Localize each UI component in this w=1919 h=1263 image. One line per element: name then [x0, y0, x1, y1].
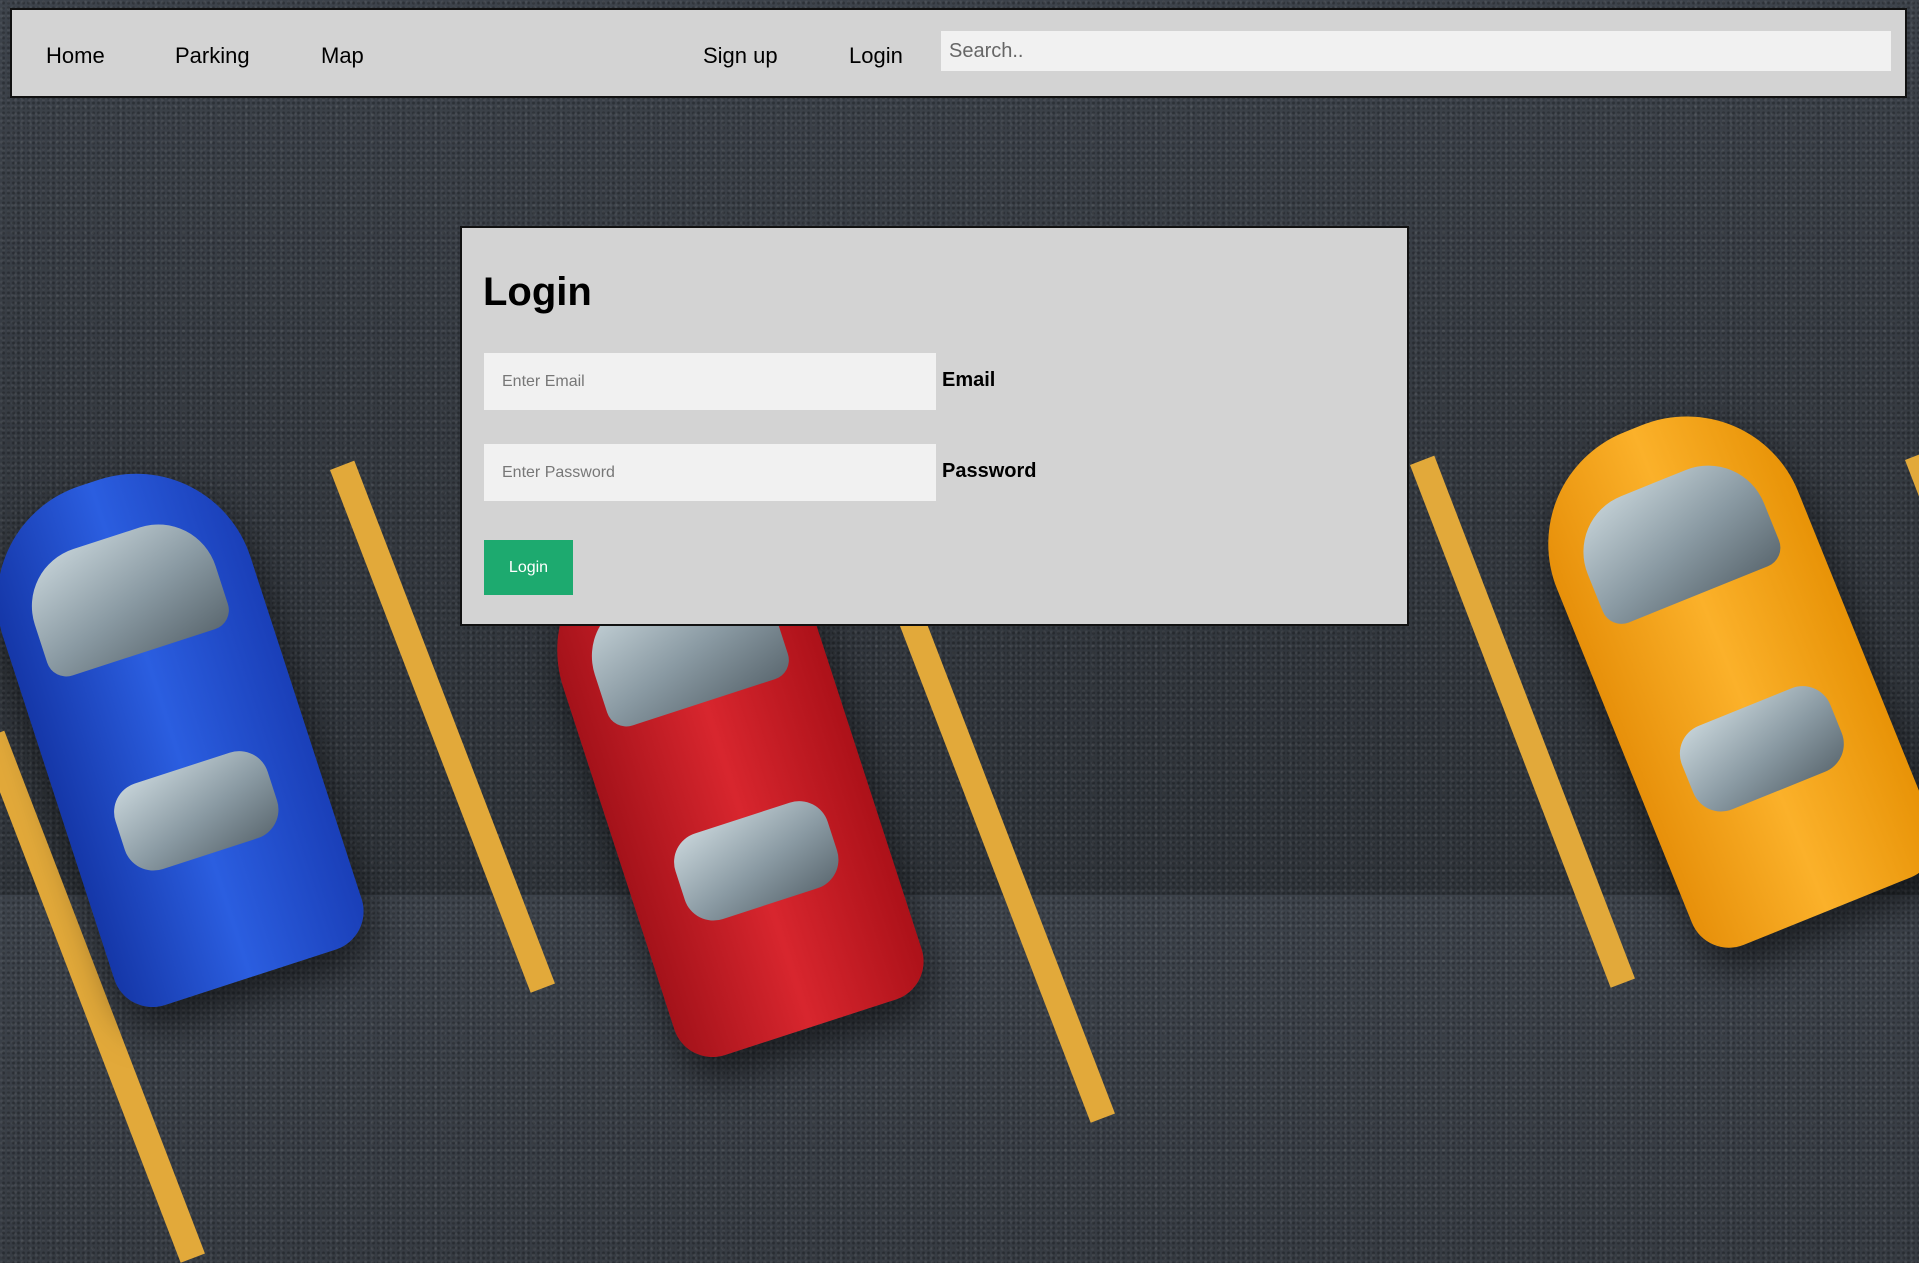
email-label: Email	[942, 369, 996, 391]
car-windshield	[16, 508, 235, 682]
email-field[interactable]	[484, 353, 936, 410]
parking-line	[890, 590, 1115, 1123]
nav-link-parking[interactable]: Parking	[175, 43, 250, 69]
car-windshield	[1565, 447, 1787, 630]
car-rear-window	[106, 743, 287, 879]
car-rear-window	[1670, 677, 1853, 821]
parking-line	[1905, 450, 1919, 983]
top-navbar: Home Parking Map Sign up Login	[10, 8, 1907, 98]
nav-link-signup[interactable]: Sign up	[703, 43, 778, 69]
login-title: Login	[483, 270, 592, 314]
car-rear-window	[666, 793, 847, 929]
login-panel: Login Email Password Login	[460, 226, 1409, 626]
password-label: Password	[942, 460, 1037, 482]
search-input[interactable]	[941, 31, 1891, 71]
nav-link-home[interactable]: Home	[46, 43, 105, 69]
nav-link-map[interactable]: Map	[321, 43, 364, 69]
login-submit-button[interactable]: Login	[484, 540, 573, 595]
password-field[interactable]	[484, 444, 936, 501]
nav-link-login[interactable]: Login	[849, 43, 903, 69]
